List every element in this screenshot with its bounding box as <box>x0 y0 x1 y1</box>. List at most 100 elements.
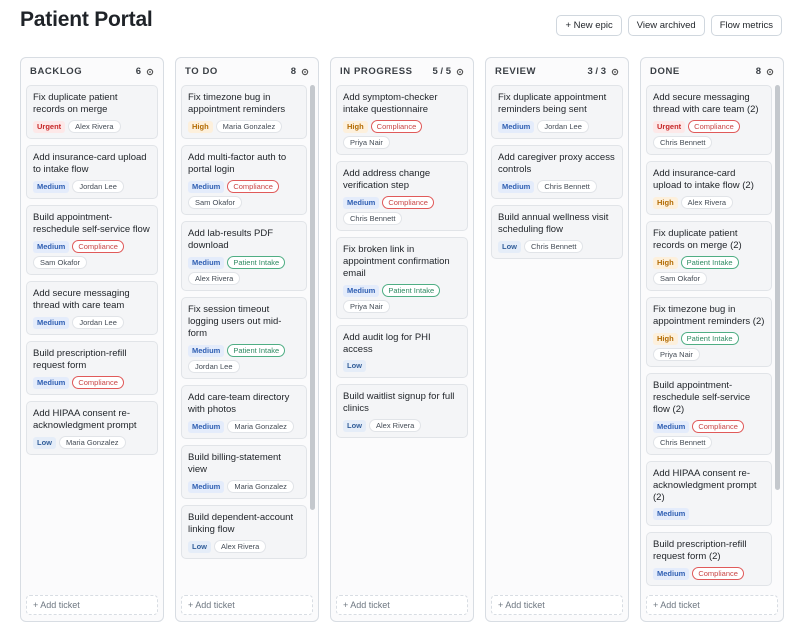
ticket-meta: Medium <box>653 508 765 520</box>
ticket-card[interactable]: Fix duplicate patient records on merge Ur… <box>26 85 158 139</box>
ticket-card[interactable]: Add address change verification step Medi… <box>336 161 468 231</box>
scrollbar[interactable] <box>775 85 780 591</box>
gear-icon[interactable] <box>766 68 774 76</box>
ticket-card[interactable]: Add symptom-checker intake questionnaire… <box>336 85 468 155</box>
ticket-title: Add caregiver proxy access controls <box>498 152 615 175</box>
flow-metrics-button[interactable]: Flow metrics <box>710 15 782 36</box>
ticket-card[interactable]: Fix duplicate appointment reminders bein… <box>491 85 623 139</box>
ticket-card[interactable]: Build appointment-reschedule self-servic… <box>26 205 158 275</box>
column-cards: Add symptom-checker intake questionnaire… <box>336 85 468 591</box>
column-header: IN PROGRESS 5 / 5 <box>331 58 473 85</box>
new-epic-button[interactable]: + New epic <box>556 15 622 36</box>
ticket-title: Build dependent-account linking flow <box>188 512 294 535</box>
priority-badge: Medium <box>498 180 535 193</box>
gear-icon[interactable] <box>301 68 309 76</box>
ticket-title: Build prescription-refill request form (… <box>653 539 747 562</box>
ticket-title: Build appointment-reschedule self-servic… <box>33 212 150 235</box>
priority-badge: Low <box>343 360 366 372</box>
assignee-chip: Priya Nair <box>653 348 700 361</box>
ticket-card[interactable]: Build billing-statement view Medium Maria … <box>181 445 307 499</box>
ticket-title: Fix duplicate patient records on merge <box>33 92 118 115</box>
label-tag: Compliance <box>72 376 124 389</box>
ticket-title: Build billing-statement view <box>188 452 281 475</box>
priority-badge: Medium <box>188 480 225 493</box>
gear-icon[interactable] <box>611 68 619 76</box>
column-count: 6 <box>135 66 141 77</box>
column-cards: Fix timezone bug in appointment reminder… <box>181 85 307 591</box>
ticket-meta: Low Alex Rivera <box>343 419 461 432</box>
ticket-meta: High Maria Gonzalez <box>188 120 300 133</box>
ticket-meta: High Alex Rivera <box>653 196 765 209</box>
priority-badge: Low <box>343 419 366 432</box>
ticket-title: Add address change verification step <box>343 168 431 191</box>
ticket-card[interactable]: Add caregiver proxy access controls Mediu… <box>491 145 623 199</box>
add-ticket-button[interactable]: + Add ticket <box>491 595 623 615</box>
ticket-card[interactable]: Build prescription-refill request form (… <box>646 532 772 586</box>
ticket-card[interactable]: Add audit log for PHI access Low <box>336 325 468 378</box>
ticket-card[interactable]: Build prescription-refill request form Me… <box>26 341 158 395</box>
label-tag: Patient Intake <box>382 284 441 297</box>
ticket-card[interactable]: Build waitlist signup for full clinics Lo… <box>336 384 468 438</box>
assignee-chip: Sam Okafor <box>33 256 88 269</box>
view-archived-button[interactable]: View archived <box>627 15 705 36</box>
ticket-card[interactable]: Add secure messaging thread with care te… <box>26 281 158 335</box>
column-cards: Fix duplicate patient records on merge Ur… <box>26 85 158 591</box>
column-done: DONE 8 Add secure messaging thread with ca… <box>640 57 784 622</box>
assignee-chip: Maria Gonzalez <box>227 420 294 433</box>
add-ticket-button[interactable]: + Add ticket <box>181 595 313 615</box>
column-count: 8 <box>290 66 296 77</box>
add-ticket-button[interactable]: + Add ticket <box>646 595 778 615</box>
ticket-meta: Medium Patient Intake Priya Nair <box>343 284 461 313</box>
ticket-card[interactable]: Fix timezone bug in appointment reminder… <box>181 85 307 139</box>
scroll-thumb[interactable] <box>310 85 315 511</box>
ticket-title: Build prescription-refill request form <box>33 348 127 371</box>
ticket-meta: Medium Chris Bennett <box>498 180 616 193</box>
scrollbar[interactable] <box>310 85 315 591</box>
column-review: REVIEW 3 / 3 Fix duplicate appointment rem… <box>485 57 629 622</box>
ticket-title: Add insurance-card upload to intake flow… <box>653 168 754 191</box>
ticket-meta: Low Alex Rivera <box>188 540 300 553</box>
gear-icon[interactable] <box>456 68 464 76</box>
priority-badge: Medium <box>188 344 225 357</box>
column-count: 5 / 5 <box>432 66 452 77</box>
priority-badge: High <box>653 196 678 209</box>
ticket-card[interactable]: Build annual wellness visit scheduling f… <box>491 205 623 259</box>
assignee-chip: Maria Gonzalez <box>227 480 294 493</box>
column-header: TO DO 8 <box>176 58 318 85</box>
priority-badge: Low <box>498 240 521 253</box>
priority-badge: High <box>188 120 213 133</box>
ticket-card[interactable]: Fix timezone bug in appointment reminder… <box>646 297 772 367</box>
ticket-card[interactable]: Fix broken link in appointment confirmat… <box>336 237 468 319</box>
ticket-card[interactable]: Fix session timeout logging users out mi… <box>181 297 307 379</box>
ticket-meta: Low <box>343 360 461 372</box>
ticket-title: Fix session timeout logging users out mi… <box>188 304 282 339</box>
gear-icon[interactable] <box>146 68 154 76</box>
ticket-card[interactable]: Add secure messaging thread with care te… <box>646 85 772 155</box>
ticket-card[interactable]: Add insurance-card upload to intake flow… <box>646 161 772 215</box>
ticket-title: Add HIPAA consent re-acknowledgment prom… <box>653 468 757 503</box>
ticket-title: Add care-team directory with photos <box>188 392 290 415</box>
ticket-card[interactable]: Add care-team directory with photos Mediu… <box>181 385 307 439</box>
column-count: 3 / 3 <box>587 66 607 77</box>
ticket-card[interactable]: Add lab-results PDF download Medium Patien… <box>181 221 307 291</box>
priority-badge: Medium <box>188 420 225 433</box>
ticket-card[interactable]: Add HIPAA consent re-acknowledgment prom… <box>646 461 772 526</box>
column-to-do: TO DO 8 Fix timezone bug in appointment re… <box>175 57 319 622</box>
ticket-title: Build annual wellness visit scheduling f… <box>498 212 609 235</box>
priority-badge: Medium <box>33 376 70 389</box>
ticket-card[interactable]: Build appointment-reschedule self-servic… <box>646 373 772 455</box>
add-ticket-button[interactable]: + Add ticket <box>26 595 158 615</box>
ticket-card[interactable]: Build dependent-account linking flow Low A… <box>181 505 307 559</box>
header: Patient Portal + New epic View archived … <box>0 0 800 50</box>
column-header: REVIEW 3 / 3 <box>486 58 628 85</box>
ticket-title: Build waitlist signup for full clinics <box>343 391 455 414</box>
ticket-card[interactable]: Add insurance-card upload to intake flow… <box>26 145 158 199</box>
priority-badge: Urgent <box>653 120 686 133</box>
ticket-card[interactable]: Fix duplicate patient records on merge (… <box>646 221 772 291</box>
ticket-card[interactable]: Add HIPAA consent re-acknowledgment prom… <box>26 401 158 455</box>
ticket-card[interactable]: Add multi-factor auth to portal login Med… <box>181 145 307 215</box>
add-ticket-button[interactable]: + Add ticket <box>336 595 468 615</box>
assignee-chip: Maria Gonzalez <box>59 436 126 449</box>
assignee-chip: Chris Bennett <box>524 240 584 253</box>
scroll-thumb[interactable] <box>775 85 780 490</box>
